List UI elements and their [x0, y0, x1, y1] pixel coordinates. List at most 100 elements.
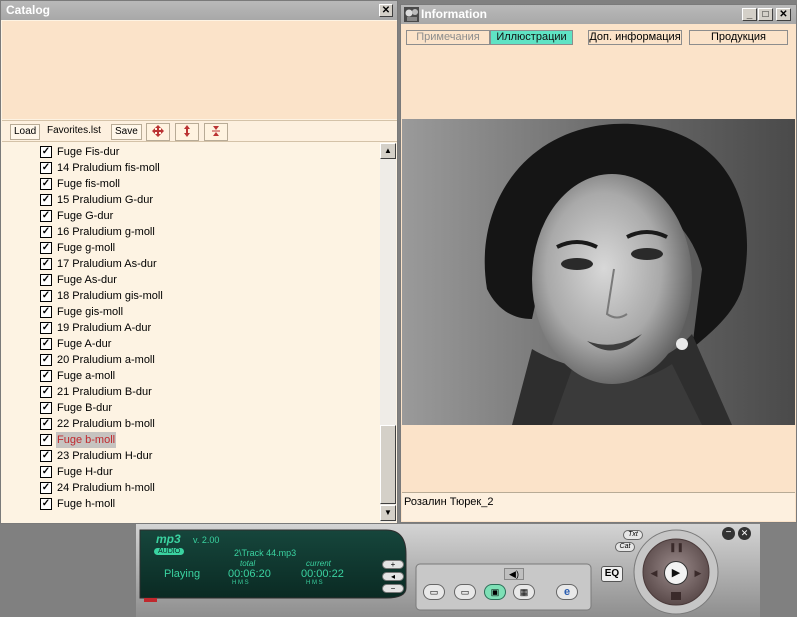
previous-icon[interactable]: ◀	[649, 568, 659, 578]
next-icon[interactable]: ▶	[693, 568, 703, 578]
four-way-arrow-icon[interactable]	[146, 123, 170, 141]
mp3-logo: mp3	[156, 532, 181, 546]
track-checkbox[interactable]: ✓	[40, 322, 52, 334]
mp3-player: mp3 v. 2.00 AUDIO 2\Track 44.mp3 total c…	[136, 524, 760, 617]
track-checkbox[interactable]: ✓	[40, 434, 52, 446]
eq-button[interactable]: EQ	[601, 566, 623, 582]
track-label[interactable]: 17 Praludium As-dur	[56, 256, 158, 272]
scroll-thumb[interactable]	[380, 425, 396, 504]
load-button[interactable]: Load	[10, 124, 41, 140]
track-checkbox[interactable]: ✓	[40, 498, 52, 510]
catalog-info-area	[2, 21, 397, 119]
track-label[interactable]: 22 Praludium b-moll	[56, 416, 156, 432]
track-label[interactable]: Fuge B-dur	[56, 400, 113, 416]
pause-icon[interactable]: ❚❚	[669, 542, 684, 552]
track-label[interactable]: 18 Praludium gis-moll	[56, 288, 164, 304]
tab-illustrations[interactable]: Иллюстрации	[490, 30, 573, 45]
track-checkbox[interactable]: ✓	[40, 482, 52, 494]
close-player-icon[interactable]: ✕	[738, 527, 751, 540]
maximize-icon[interactable]: □	[758, 8, 773, 21]
catalog-toolbar: Load Favorites.lst Save	[2, 120, 397, 142]
track-checkbox[interactable]: ✓	[40, 226, 52, 238]
track-checkbox[interactable]: ✓	[40, 146, 52, 158]
track-label[interactable]: 23 Praludium H-dur	[56, 448, 153, 464]
track-label[interactable]: Fuge G-dur	[56, 208, 114, 224]
track-label[interactable]: 19 Praludium A-dur	[56, 320, 152, 336]
catalog-titlebar[interactable]: Catalog ✕	[1, 1, 397, 20]
internet-explorer-icon[interactable]: e	[556, 584, 578, 600]
track-checkbox[interactable]: ✓	[40, 162, 52, 174]
track-label[interactable]: Fuge a-moll	[56, 368, 116, 384]
volume-down-icon[interactable]: −	[382, 584, 404, 593]
track-checkbox[interactable]: ✓	[40, 258, 52, 270]
track-label[interactable]: 24 Praludium h-moll	[56, 480, 156, 496]
catalog-window-icon[interactable]: ▦	[513, 584, 535, 600]
cat-button[interactable]: Cat	[615, 542, 635, 552]
track-checkbox[interactable]: ✓	[40, 450, 52, 462]
information-titlebar[interactable]: Information _ □ ✕	[401, 5, 796, 24]
picture-window-icon[interactable]: ▣	[484, 584, 506, 600]
track-checkbox[interactable]: ✓	[40, 194, 52, 206]
minimize-icon[interactable]: _	[742, 8, 757, 21]
track-label[interactable]: 16 Praludium g-moll	[56, 224, 156, 240]
track-label[interactable]: Fuge H-dur	[56, 464, 114, 480]
up-down-arrow-icon[interactable]	[175, 123, 199, 141]
total-label: total	[240, 559, 256, 568]
track-checkbox[interactable]: ✓	[40, 370, 52, 382]
catalog-window: Catalog ✕ Load Favorites.lst Save ✓ Fuge …	[0, 0, 398, 524]
track-checkbox[interactable]: ✓	[40, 290, 52, 302]
playback-status: Playing	[164, 568, 201, 580]
favorites-file-label: Favorites.lst	[47, 125, 101, 136]
track-label[interactable]: 15 Praludium G-dur	[56, 192, 154, 208]
track-label[interactable]: Fuge fis-moll	[56, 176, 121, 192]
track-label[interactable]: 20 Praludium a-moll	[56, 352, 156, 368]
track-label[interactable]: 21 Praludium B-dur	[56, 384, 153, 400]
track-filename: 2\Track 44.mp3	[234, 548, 297, 558]
caption-panel: Розалин Тюрек_2	[402, 492, 795, 521]
tab-additional-info[interactable]: Доп. информация	[588, 30, 682, 45]
track-checkbox[interactable]: ✓	[40, 354, 52, 366]
tab-products[interactable]: Продукция	[689, 30, 788, 45]
stop-icon[interactable]	[671, 592, 681, 600]
track-checkbox[interactable]: ✓	[40, 178, 52, 190]
info-window-icon[interactable]: ▭	[454, 584, 476, 600]
tracklist-scrollbar[interactable]: ▲ ▼	[380, 143, 396, 522]
catalog-close-button[interactable]: ✕	[379, 4, 393, 17]
track-checkbox[interactable]: ✓	[40, 402, 52, 414]
track-checkbox[interactable]: ✓	[40, 210, 52, 222]
scroll-up-icon[interactable]: ▲	[380, 143, 396, 159]
total-units: H M S	[232, 580, 249, 586]
current-label: current	[306, 559, 331, 568]
mute-icon[interactable]: ◂	[382, 572, 404, 581]
audio-badge: AUDIO	[154, 548, 185, 555]
tab-notes[interactable]: Примечания	[406, 30, 490, 45]
scroll-down-icon[interactable]: ▼	[380, 505, 396, 521]
play-button[interactable]: ▶	[664, 561, 688, 585]
track-label[interactable]: Fuge b-moll	[56, 432, 117, 448]
close-icon[interactable]: ✕	[776, 8, 791, 21]
track-label[interactable]: Fuge Fis-dur	[56, 144, 120, 160]
track-checkbox[interactable]: ✓	[40, 418, 52, 430]
current-units: H M S	[306, 580, 323, 586]
track-checkbox[interactable]: ✓	[40, 274, 52, 286]
track-checkbox[interactable]: ✓	[40, 338, 52, 350]
text-window-icon[interactable]: ▭	[423, 584, 445, 600]
track-label[interactable]: Fuge A-dur	[56, 336, 112, 352]
track-checkbox[interactable]: ✓	[40, 466, 52, 478]
portrait-photo	[402, 119, 795, 425]
track-label[interactable]: Fuge gis-moll	[56, 304, 124, 320]
save-button[interactable]: Save	[111, 124, 142, 140]
txt-button[interactable]: Txt	[623, 530, 643, 540]
track-checkbox[interactable]: ✓	[40, 242, 52, 254]
track-label[interactable]: Fuge h-moll	[56, 496, 116, 512]
version-label: v. 2.00	[193, 535, 220, 545]
speaker-icon[interactable]: ◀)	[504, 568, 524, 580]
track-label[interactable]: 14 Praludium fis-moll	[56, 160, 161, 176]
track-checkbox[interactable]: ✓	[40, 306, 52, 318]
collapse-arrow-icon[interactable]	[204, 123, 228, 141]
track-label[interactable]: Fuge g-moll	[56, 240, 116, 256]
minimize-player-icon[interactable]: −	[722, 527, 735, 540]
volume-up-icon[interactable]: +	[382, 560, 404, 569]
track-label[interactable]: Fuge As-dur	[56, 272, 118, 288]
track-checkbox[interactable]: ✓	[40, 386, 52, 398]
